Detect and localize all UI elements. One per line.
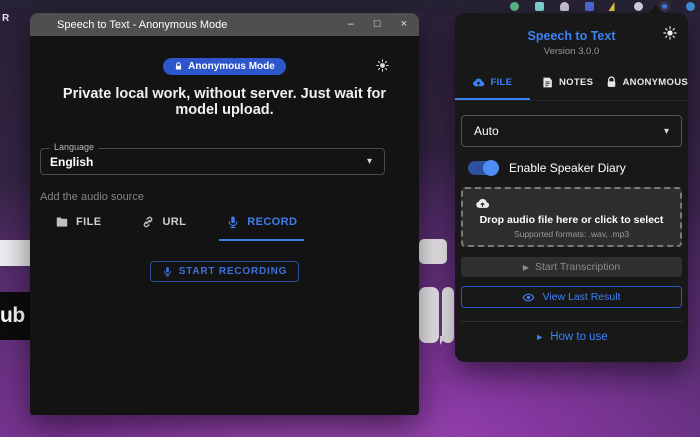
speaker-diary-toggle[interactable] [468,160,499,176]
popup-version: Version 3.0.0 [543,46,600,57]
theme-toggle-icon[interactable] [663,26,677,40]
lock-icon [176,62,182,70]
tab-file[interactable]: FILE [48,203,108,241]
extension-bolt-icon[interactable] [610,2,618,11]
background-white-bar [442,287,454,343]
link-icon [144,216,153,228]
dropzone-subtitle: Supported formats: .wav, .mp3 [513,229,630,239]
tab-anonymous-label: ANONYMOUS [622,77,689,88]
start-transcription-label: Start Transcription [534,261,621,273]
tab-url[interactable]: URL [134,203,193,241]
speaker-diary-row: Enable Speaker Diary [468,160,682,176]
chevron-down-icon: ▾ [366,156,372,167]
window-title: Speech to Text - Anonymous Mode [57,18,228,31]
arrow-right-icon: ► [535,332,545,342]
extension-green-icon[interactable] [510,2,519,11]
headline: Private local work, without server. Just… [62,86,387,118]
how-to-use-label: How to use [550,331,608,343]
folder-icon [56,217,68,227]
speaker-diary-label: Enable Speaker Diary [509,161,626,175]
window-controls: – □ × [348,19,407,30]
extension-light-icon[interactable] [634,2,643,11]
record-row: START RECORDING [30,261,419,282]
speech-to-text-window: Speech to Text - Anonymous Mode – □ × An… [30,13,419,415]
tab-anonymous[interactable]: ANONYMOUS [605,66,689,100]
microphone-icon [163,267,171,277]
popup-tabs: FILE NOTES ANONYMOUS [455,66,688,101]
minimize-button[interactable]: – [348,19,354,30]
window-titlebar[interactable]: Speech to Text - Anonymous Mode – □ × [30,13,419,36]
close-button[interactable]: × [401,19,407,30]
source-tabs: FILE URL RECORD [48,203,419,241]
badge-label: Anonymous Mode [188,61,275,72]
background-logo-fragment: ub [0,292,34,340]
language-select-value: English [50,154,94,169]
eye-icon [522,293,536,301]
tab-file[interactable]: FILE [455,66,530,100]
model-select-value: Auto [474,124,499,138]
lock-icon [607,76,615,87]
chevron-down-icon: ▾ [663,125,669,137]
view-last-result-button[interactable]: View Last Result [461,286,682,308]
extension-teal-icon[interactable] [535,2,544,11]
tab-record-label: RECORD [247,216,298,228]
tab-notes[interactable]: NOTES [530,66,605,100]
toggle-thumb [483,160,499,176]
extension-gray-icon[interactable] [560,2,569,11]
audio-dropzone[interactable]: Drop audio file here or click to select … [461,187,682,247]
extension-blue-icon[interactable] [585,2,594,11]
background-logo-text: ub [0,304,25,327]
tab-file-label: FILE [76,216,102,228]
start-recording-button[interactable]: START RECORDING [149,261,300,282]
extension-popup: Speech to Text Version 3.0.0 FILE NOTES [455,13,688,362]
browser-toolbar [0,0,700,13]
notes-icon [543,77,552,88]
language-select[interactable]: Language English ▾ [40,142,385,175]
start-recording-label: START RECORDING [178,266,288,277]
background-white-card [419,239,447,264]
tab-record[interactable]: RECORD [219,203,305,241]
cursor [440,336,446,345]
model-select[interactable]: Auto ▾ [461,115,682,147]
popup-header: Speech to Text Version 3.0.0 [455,13,688,57]
cloud-upload-icon [473,78,485,87]
start-transcription-button[interactable]: ▶ Start Transcription [461,257,682,277]
anonymous-mode-badge: Anonymous Mode [163,58,286,75]
how-to-use-link[interactable]: ► How to use [455,331,688,343]
cloud-upload-icon [476,198,490,208]
background-text-fragment: R [2,13,10,24]
popup-title: Speech to Text [527,29,616,43]
background-white-bar [419,287,439,343]
window-body: Anonymous Mode Private local work, witho… [30,36,419,415]
divider [461,321,682,322]
maximize-button[interactable]: □ [374,19,381,30]
source-hint: Add the audio source [40,191,144,203]
badge-row: Anonymous Mode [30,36,419,75]
theme-toggle-icon[interactable] [376,59,389,72]
tab-url-label: URL [162,216,187,228]
dropzone-title: Drop audio file here or click to select [479,214,664,226]
language-select-label: Language [50,142,99,152]
tab-notes-label: NOTES [559,77,594,88]
extension-blue-circle-icon[interactable] [686,2,695,11]
microphone-icon [228,216,238,229]
play-icon: ▶ [522,262,529,272]
view-last-result-label: View Last Result [542,291,621,303]
extension-icons [510,1,695,12]
desktop-background: R ub Speech to Text - Anonymous Mode – □… [0,0,700,437]
tab-file-label: FILE [490,77,513,88]
